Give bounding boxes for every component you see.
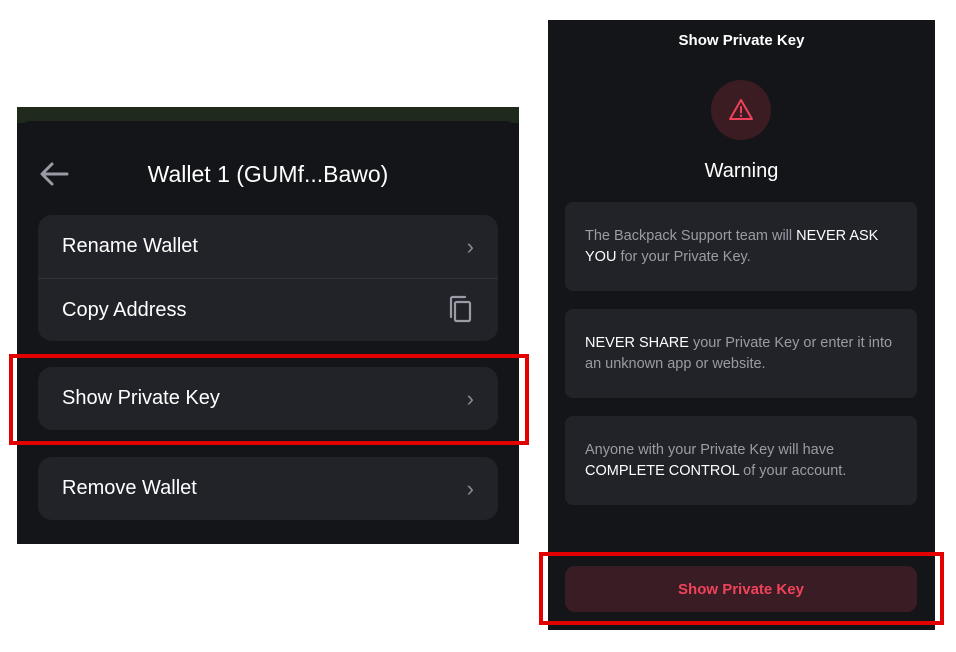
copy-icon[interactable] <box>448 295 474 325</box>
warning-text-3-post: of your account. <box>739 462 847 479</box>
highlight-box-show-private-key-button <box>539 552 944 625</box>
copy-address-label: Copy Address <box>62 298 187 321</box>
highlight-box-show-private-key-row <box>9 354 529 445</box>
remove-wallet-label: Remove Wallet <box>62 477 197 499</box>
warning-card-3: Anyone with your Private Key will have C… <box>565 416 917 505</box>
warning-text-2: NEVER SHARE your Private Key or enter it… <box>585 333 897 375</box>
wallet-title: Wallet 1 (GUMf...Bawo) <box>147 161 389 187</box>
warning-card-1: The Backpack Support team will NEVER ASK… <box>565 202 917 291</box>
warning-triangle-icon <box>729 99 753 120</box>
rename-wallet-label: Rename Wallet <box>62 235 198 257</box>
warning-text-3-pre: Anyone with your Private Key will have <box>585 441 835 458</box>
rename-wallet-row[interactable]: Rename Wallet › <box>38 215 498 278</box>
warning-text-2-emphasis: NEVER SHARE <box>585 334 689 351</box>
warning-text-1-post: for your Private Key. <box>616 248 751 265</box>
warning-text-1: The Backpack Support team will NEVER ASK… <box>585 226 897 268</box>
wallet-actions-group: Rename Wallet › Copy Address <box>38 215 498 341</box>
remove-wallet-group: Remove Wallet › <box>38 457 498 520</box>
warning-card-2: NEVER SHARE your Private Key or enter it… <box>565 309 917 398</box>
chevron-right-icon: › <box>466 233 474 259</box>
warning-badge <box>711 80 771 140</box>
chevron-right-icon: › <box>466 475 474 501</box>
warning-text-1-pre: The Backpack Support team will <box>585 227 797 244</box>
wallet-menu-panel: Wallet 1 (GUMf...Bawo) Rename Wallet › C… <box>17 107 519 544</box>
copy-address-row[interactable]: Copy Address <box>38 278 498 341</box>
warning-heading: Warning <box>704 160 779 182</box>
warning-text-3: Anyone with your Private Key will have C… <box>585 440 897 482</box>
remove-wallet-row[interactable]: Remove Wallet › <box>38 457 498 520</box>
warning-text-3-emphasis: COMPLETE CONTROL <box>585 462 740 479</box>
screen-title: Show Private Key <box>678 32 805 49</box>
wallet-menu-sheet: Wallet 1 (GUMf...Bawo) Rename Wallet › C… <box>17 121 519 544</box>
private-key-panel: Show Private Key Warning The Backpack Su… <box>548 20 935 630</box>
